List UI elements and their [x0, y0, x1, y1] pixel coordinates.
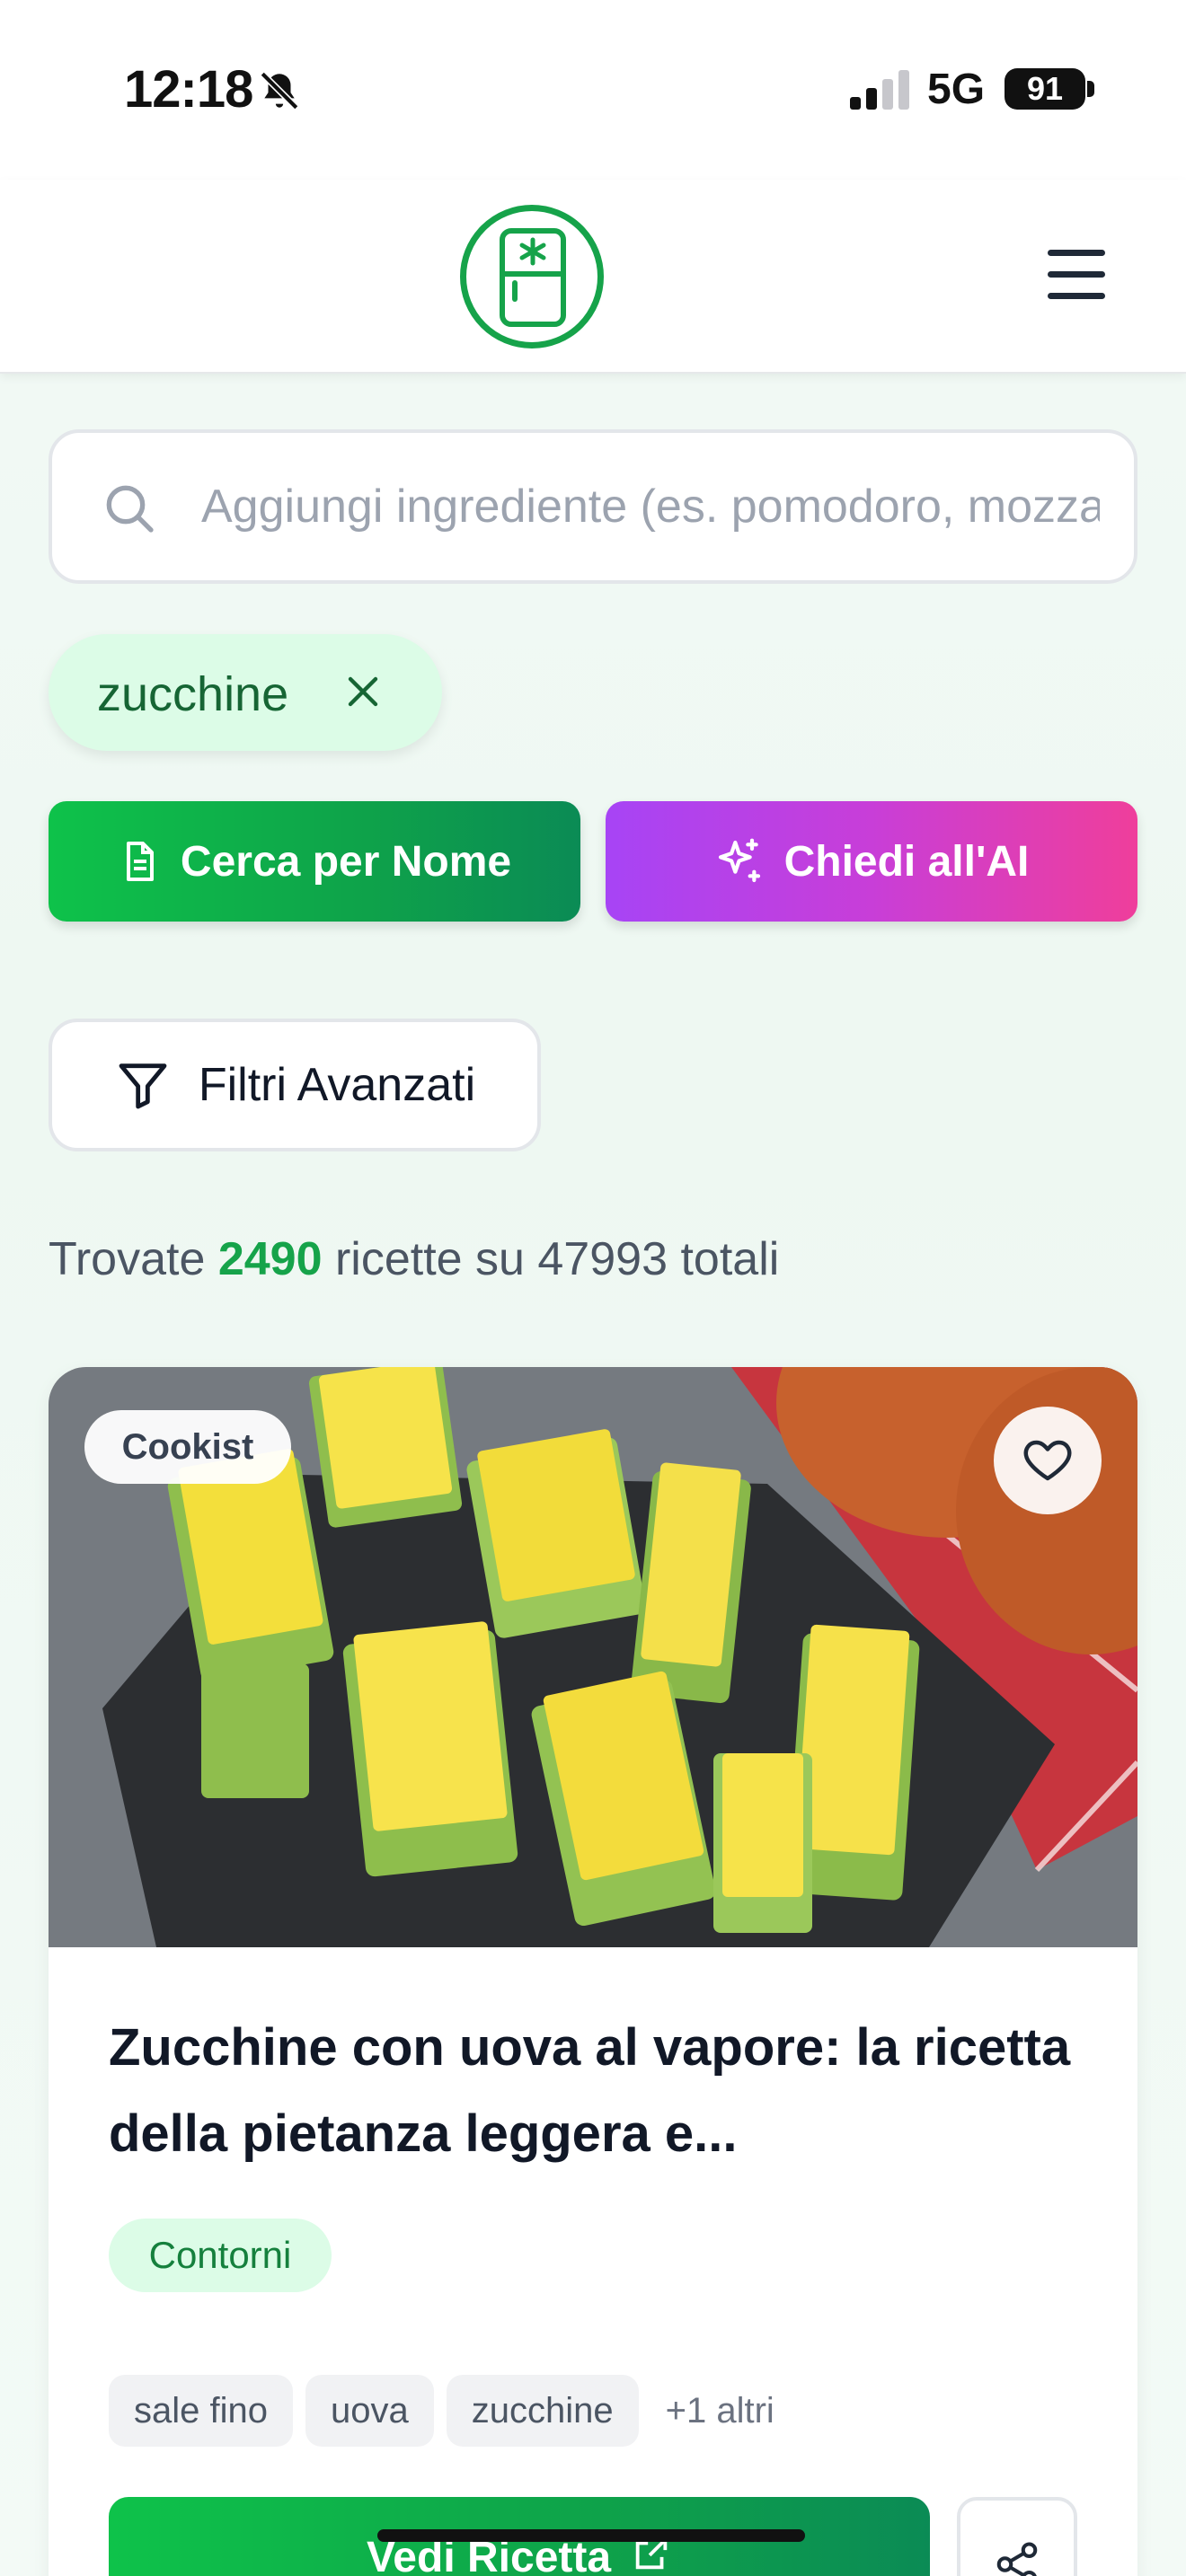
signal-icon [850, 70, 909, 110]
share-button[interactable] [957, 2497, 1077, 2576]
fridge-icon [500, 228, 566, 327]
search-by-name-label: Cerca per Nome [180, 837, 512, 886]
ask-ai-button[interactable]: Chiedi all'AI [606, 801, 1137, 922]
favorite-button[interactable] [994, 1407, 1102, 1514]
ingredient-tag: uova [305, 2375, 434, 2447]
results-suffix: totali [680, 1233, 780, 1285]
hamburger-menu-icon[interactable] [1048, 250, 1105, 304]
search-icon [106, 485, 154, 533]
ingredient-search [49, 429, 1137, 584]
results-count: Trovate 2490 ricette su 47993 totali [49, 1232, 779, 1286]
search-input[interactable] [201, 469, 1100, 544]
results-found: 2490 [217, 1233, 323, 1285]
battery-indicator: 91 [1005, 68, 1085, 110]
advanced-filters-label: Filtri Avanzati [198, 1059, 476, 1111]
category-badge: Contorni [109, 2219, 332, 2292]
recipe-title[interactable]: Zucchine con uova al vapore: la ricetta … [109, 2005, 1079, 2177]
ask-ai-label: Chiedi all'AI [783, 837, 1030, 886]
search-by-name-button[interactable]: Cerca per Nome [49, 801, 580, 922]
ingredient-chip: zucchine [49, 634, 442, 751]
heart-icon [1023, 1440, 1072, 1481]
network-label: 5G [927, 66, 986, 113]
close-icon[interactable] [341, 670, 385, 713]
home-indicator [377, 2529, 805, 2542]
recipe-image[interactable]: Cookist [49, 1367, 1137, 1947]
more-ingredients: +1 altri [665, 2390, 774, 2430]
battery-tip [1087, 81, 1094, 97]
status-time: 12:18 [124, 60, 253, 119]
results-prefix: Trovate [49, 1233, 206, 1285]
page: 12:18 5G 91 Aggiungi ingrediente (es. po… [0, 0, 1186, 2576]
advanced-filters-button[interactable]: Filtri Avanzati [49, 1019, 541, 1151]
status-bar: 12:18 5G 91 [0, 0, 1186, 180]
app-logo[interactable] [460, 205, 604, 348]
ingredient-tag: sale fino [109, 2375, 293, 2447]
sparkles-icon [718, 838, 760, 883]
ingredient-tags: sale fino uova zucchine +1 altri [109, 2375, 774, 2447]
funnel-icon [119, 1063, 167, 1109]
ingredient-tag: zucchine [446, 2375, 639, 2447]
recipe-card[interactable]: Cookist Zucchine con uova al vapore: la … [49, 1367, 1137, 2576]
chip-label: zucchine [97, 667, 289, 721]
results-middle: ricette su [334, 1233, 525, 1285]
bell-muted-icon [260, 71, 299, 110]
source-badge: Cookist [84, 1410, 291, 1484]
results-total: 47993 [537, 1233, 668, 1285]
document-icon [126, 842, 154, 881]
share-icon [996, 2542, 1038, 2576]
